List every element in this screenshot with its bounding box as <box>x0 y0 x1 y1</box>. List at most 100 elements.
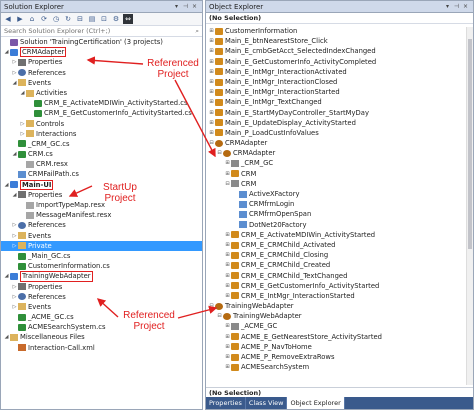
tree-row[interactable]: ▷ Controls <box>1 119 202 129</box>
expander-icon[interactable]: ◢ <box>3 271 10 281</box>
expander-icon[interactable]: ⊞ <box>224 240 231 250</box>
expander-icon[interactable]: ⊞ <box>208 67 215 77</box>
tree-row[interactable]: CRMfrmOpenSpan <box>206 209 473 219</box>
tree-row[interactable]: CRM.resx <box>1 159 202 169</box>
back-icon[interactable]: ◀ <box>3 14 13 24</box>
tree-row[interactable]: CRM_E_ActivateMDIWin_ActivityStarted.cs <box>1 98 202 108</box>
home-icon[interactable]: ⌂ <box>27 14 37 24</box>
properties-icon[interactable]: ⚙ <box>111 14 121 24</box>
tree-row[interactable]: ▷ References <box>1 220 202 230</box>
expander-icon[interactable]: ▷ <box>11 220 18 230</box>
expander-icon[interactable]: ⊟ <box>208 301 215 311</box>
refresh-icon[interactable]: ↻ <box>63 14 73 24</box>
tree-row[interactable]: ⊞ Main_E_StartMyDayController_StartMyDay <box>206 108 473 118</box>
pin-icon[interactable]: ⊣ <box>452 2 461 11</box>
solution-search-input[interactable]: Search Solution Explorer (Ctrl+;) <box>4 27 195 35</box>
tree-row[interactable]: ⊞ Main_P_LoadCustInfoValues <box>206 128 473 138</box>
expander-icon[interactable]: ▷ <box>11 68 18 78</box>
tree-row[interactable]: ⊞ CRM_E_GetCustomerInfo_ActivityStarted <box>206 281 473 291</box>
tree-row[interactable]: ⊟ CRMAdapter <box>206 148 473 158</box>
expander-icon[interactable]: ⊞ <box>224 321 231 331</box>
tree-row[interactable]: ⊞ CRM_E_CRMChild_Created <box>206 260 473 270</box>
scrollbar-thumb[interactable] <box>468 39 472 249</box>
tree-row[interactable]: ⊟ CRM <box>206 179 473 189</box>
expander-icon[interactable]: ▷ <box>11 282 18 292</box>
tree-row[interactable]: Interaction-Call.xml <box>1 343 202 353</box>
expander-icon[interactable]: ⊟ <box>216 148 223 158</box>
expander-icon[interactable]: ⊞ <box>208 87 215 97</box>
tree-row[interactable]: ▷ Events <box>1 231 202 241</box>
tree-row[interactable]: ⊞ ACMESearchSystem <box>206 362 473 372</box>
expander-icon[interactable]: ⊞ <box>224 250 231 260</box>
tree-row[interactable]: ⊟ TrainingWebAdapter <box>206 311 473 321</box>
tree-row[interactable]: ⊞ CRM_E_IntMgr_InteractionStarted <box>206 291 473 301</box>
expander-icon[interactable]: ◢ <box>11 149 18 159</box>
tree-row[interactable]: ◢ Miscellaneous Files <box>1 332 202 342</box>
tree-row[interactable]: ⊞ CRM_E_CRMChild_Activated <box>206 240 473 250</box>
pin-icon[interactable]: ⊣ <box>181 2 190 11</box>
expander-icon[interactable]: ▷ <box>11 302 18 312</box>
expander-icon[interactable]: ⊞ <box>224 362 231 372</box>
tree-row[interactable]: ⊞ Main_E_btnNearestStore_Click <box>206 36 473 46</box>
tree-row[interactable]: ◢ CRM.cs <box>1 149 202 159</box>
tree-row[interactable]: ⊞ CRM <box>206 169 473 179</box>
tree-row[interactable]: CRM_E_GetCustomerInfo_ActivityStarted.cs <box>1 108 202 118</box>
tree-row[interactable]: ⊞ ACME_E_GetNearestStore_ActivityStarted <box>206 332 473 342</box>
expander-icon[interactable]: ⊞ <box>224 291 231 301</box>
tree-row[interactable]: ⊞ _CRM_GC <box>206 158 473 168</box>
expander-icon[interactable]: ◢ <box>11 78 18 88</box>
tab-object-explorer[interactable]: Object Explorer <box>287 397 345 409</box>
tree-row[interactable]: ⊞ CustomerInformation <box>206 26 473 36</box>
expander-icon[interactable]: ▷ <box>19 119 26 129</box>
tree-row[interactable]: ⊞ ACME_P_NavToHome <box>206 342 473 352</box>
expander-icon[interactable]: ⊞ <box>208 26 215 36</box>
search-icon[interactable]: ⌕ <box>195 27 199 36</box>
pane-dropdown-icon[interactable]: ▾ <box>172 2 181 11</box>
expander-icon[interactable]: ⊞ <box>224 332 231 342</box>
tab-class-view[interactable]: Class View <box>246 397 288 409</box>
tree-row[interactable]: ⊞ Main_E_IntMgr_TextChanged <box>206 97 473 107</box>
tree-row[interactable]: ⊟ TrainingWebAdapter <box>206 301 473 311</box>
forward-icon[interactable]: ▶ <box>15 14 25 24</box>
solution-search-box[interactable]: Search Solution Explorer (Ctrl+;) ⌕ <box>1 26 202 37</box>
expander-icon[interactable]: ⊞ <box>224 271 231 281</box>
expander-icon[interactable]: ⊞ <box>224 342 231 352</box>
pane-dropdown-icon[interactable]: ▾ <box>443 2 452 11</box>
expander-icon[interactable]: ◢ <box>11 190 18 200</box>
preview-icon[interactable]: ⇔ <box>123 14 133 24</box>
tree-row[interactable]: ◢ TrainingWebAdapter <box>1 271 202 282</box>
history-icon[interactable]: ◷ <box>51 14 61 24</box>
close-icon[interactable]: × <box>461 2 470 11</box>
collapse-all-icon[interactable]: ⊟ <box>75 14 85 24</box>
expander-icon[interactable]: ⊞ <box>224 158 231 168</box>
tree-row[interactable]: ▷ Private <box>1 240 202 251</box>
expander-icon[interactable]: ▷ <box>11 241 18 251</box>
expander-icon[interactable]: ▷ <box>19 129 26 139</box>
tree-row[interactable]: ⊞ _ACME_GC <box>206 321 473 331</box>
tree-row[interactable]: ▷ References <box>1 292 202 302</box>
tree-row[interactable]: CRMfrmLogin <box>206 199 473 209</box>
expander-icon[interactable]: ▷ <box>11 57 18 67</box>
expander-icon[interactable]: ⊞ <box>208 128 215 138</box>
tree-row[interactable]: _Main_GC.cs <box>1 251 202 261</box>
expander-icon[interactable]: ⊟ <box>208 138 215 148</box>
view-code-icon[interactable]: ⊡ <box>99 14 109 24</box>
tree-row[interactable]: ◢ Activities <box>1 88 202 98</box>
tree-row[interactable]: ⊞ Main_E_GetCustomerInfo_ActivityComplete… <box>206 57 473 67</box>
vertical-scrollbar[interactable] <box>466 27 473 385</box>
tree-row[interactable]: CRMFailPath.cs <box>1 169 202 179</box>
expander-icon[interactable]: ▷ <box>11 231 18 241</box>
expander-icon[interactable]: ⊞ <box>208 36 215 46</box>
expander-icon[interactable]: ⊞ <box>208 97 215 107</box>
expander-icon[interactable]: ◢ <box>3 47 10 57</box>
expander-icon[interactable]: ⊞ <box>224 352 231 362</box>
tree-row[interactable]: ⊞ Main_E_IntMgr_InteractionClosed <box>206 77 473 87</box>
tree-row[interactable]: ⊞ Main_E_IntMgr_InteractionStarted <box>206 87 473 97</box>
expander-icon[interactable]: ▷ <box>11 292 18 302</box>
expander-icon[interactable]: ⊞ <box>224 281 231 291</box>
close-icon[interactable]: × <box>190 2 199 11</box>
expander-icon[interactable]: ⊞ <box>208 77 215 87</box>
expander-icon[interactable]: ◢ <box>3 180 10 190</box>
tree-row[interactable]: ▷ Interactions <box>1 129 202 139</box>
tree-row[interactable]: ActiveXFactory <box>206 189 473 199</box>
